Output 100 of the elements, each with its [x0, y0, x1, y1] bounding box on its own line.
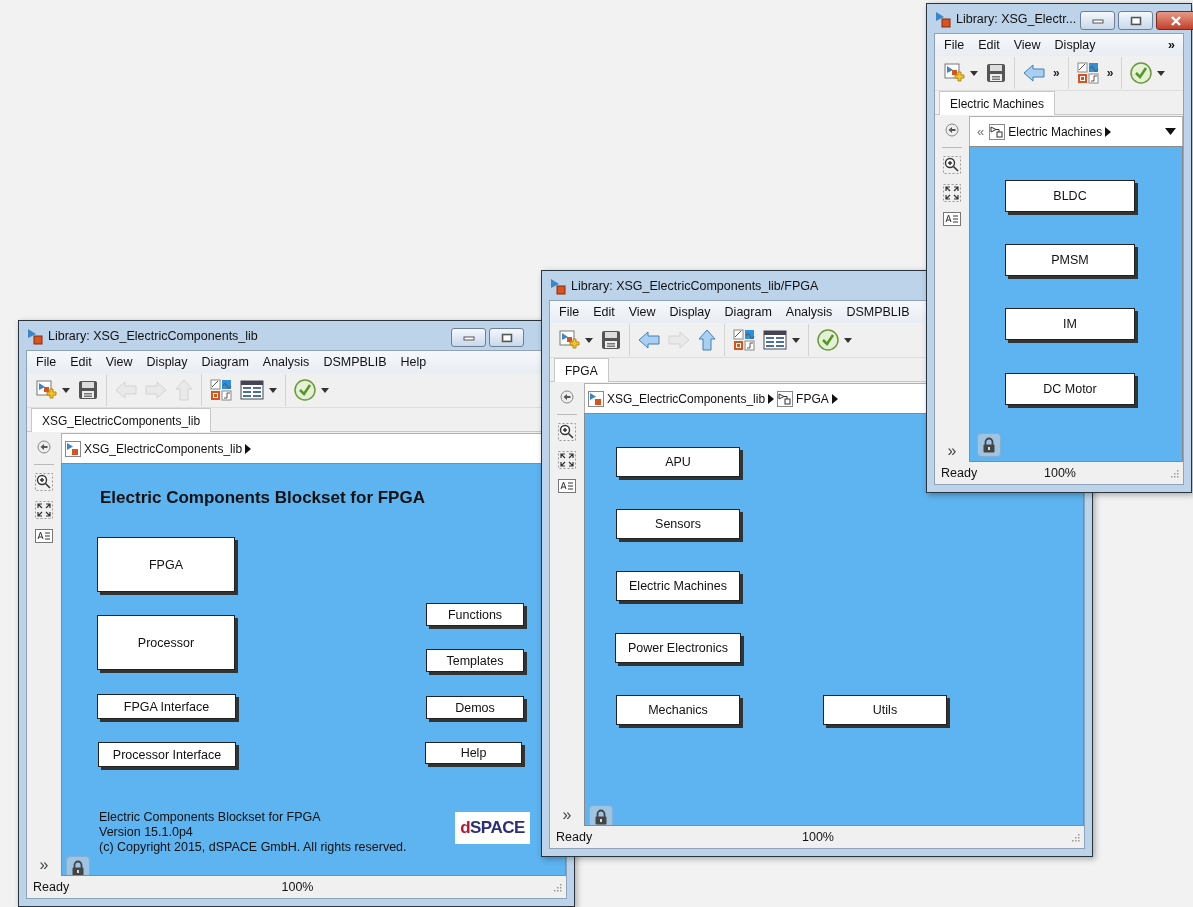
menu-item[interactable]: DSMPBLIB — [317, 355, 393, 369]
status-text: Ready — [33, 880, 71, 894]
library-block[interactable]: Processor — [97, 615, 235, 670]
up-arrow-icon — [175, 379, 193, 401]
menu-item[interactable]: File — [30, 355, 63, 369]
status-text: Ready — [941, 466, 979, 480]
lock-icon — [71, 860, 85, 875]
library-block[interactable]: Utils — [823, 695, 947, 725]
breadcrumb-link[interactable]: Electric Machines — [1008, 124, 1103, 139]
library-block[interactable]: Electric Machines — [616, 571, 740, 601]
list-window-icon — [240, 380, 264, 400]
window-title: Library: XSG_ElectricComponents_lib — [48, 328, 259, 343]
library-block[interactable]: Templates — [426, 649, 524, 672]
minimize-button[interactable] — [1080, 11, 1116, 30]
close-icon — [1170, 15, 1183, 26]
breadcrumb-back-button[interactable]: « — [973, 124, 987, 139]
palette-overflow-button[interactable]: » — [562, 806, 572, 824]
menu-item[interactable]: Display — [1048, 38, 1102, 52]
library-block[interactable]: Help — [425, 742, 522, 764]
overflow-button[interactable]: » — [1102, 64, 1118, 82]
library-block[interactable]: DC Motor — [1005, 373, 1135, 405]
zoom-level: 100% — [281, 880, 314, 894]
menu-item[interactable]: Display — [663, 305, 717, 319]
menu-item[interactable]: Edit — [587, 305, 621, 319]
maximize-icon — [1129, 15, 1142, 26]
back-icon[interactable] — [945, 123, 959, 137]
zoom-level: 100% — [802, 830, 834, 844]
library-block[interactable]: Processor Interface — [98, 742, 236, 767]
menu-overflow-button[interactable]: » — [1162, 38, 1181, 52]
close-button[interactable] — [1156, 11, 1193, 30]
library-block[interactable]: APU — [616, 447, 740, 477]
arrow-icon — [768, 393, 775, 404]
back-icon[interactable] — [37, 440, 51, 454]
checkmark-icon — [294, 379, 316, 401]
fit-view-icon[interactable] — [558, 451, 576, 469]
menu-item[interactable]: Edit — [64, 355, 98, 369]
checkmark-icon — [817, 329, 839, 351]
right-arrow-icon — [668, 331, 690, 349]
text-annotation-icon[interactable] — [35, 529, 53, 543]
library-block[interactable]: BLDC — [1005, 180, 1135, 212]
overflow-button[interactable]: » — [1049, 64, 1064, 82]
resize-grip[interactable] — [553, 882, 562, 892]
library-block[interactable]: IM — [1005, 308, 1135, 340]
minimize-button[interactable] — [451, 328, 486, 347]
logo: dSPACE — [455, 812, 530, 844]
library-block[interactable]: FPGA Interface — [97, 694, 236, 719]
text-annotation-icon[interactable] — [558, 479, 576, 493]
library-block[interactable]: Functions — [426, 603, 524, 626]
menu-item[interactable]: Analysis — [256, 355, 316, 369]
zoom-in-icon[interactable] — [35, 473, 53, 491]
lock-button[interactable] — [589, 805, 613, 825]
dropdown-caret-icon[interactable] — [1165, 128, 1176, 135]
library-icon — [65, 440, 81, 457]
menu-item[interactable]: View — [1007, 38, 1047, 52]
library-block[interactable]: PMSM — [1005, 244, 1135, 276]
menu-item[interactable]: View — [99, 355, 139, 369]
menu-item[interactable]: DSMPBLIB — [840, 305, 916, 319]
breadcrumb-link[interactable]: XSG_ElectricComponents_lib — [607, 391, 766, 406]
zoom-in-icon[interactable] — [943, 156, 961, 174]
tab[interactable]: FPGA — [554, 358, 609, 382]
menu-item[interactable]: Diagram — [195, 355, 255, 369]
zoom-level: 100% — [1044, 466, 1076, 480]
palette-overflow-button[interactable]: » — [947, 442, 957, 460]
menu-item[interactable]: File — [938, 38, 971, 52]
library-icon — [549, 276, 567, 295]
text-annotation-icon[interactable] — [943, 212, 961, 226]
canvas-heading: Electric Components Blockset for FPGA — [100, 488, 425, 508]
note-text: (c) Copyright 2015, dSPACE GmbH. All rights reserved. — [99, 840, 407, 855]
menu-item[interactable]: View — [622, 305, 662, 319]
breadcrumb-link[interactable]: XSG_ElectricComponents_lib — [84, 441, 243, 456]
zoom-in-icon[interactable] — [558, 423, 576, 441]
checkmark-icon — [1130, 62, 1153, 84]
library-block[interactable]: FPGA — [97, 537, 235, 592]
resize-grip[interactable] — [1170, 468, 1179, 478]
palette-overflow-button[interactable]: » — [39, 856, 49, 874]
resize-grip[interactable] — [1071, 832, 1080, 842]
note-text: Version 15.1.0p4 — [99, 825, 194, 840]
menu-item[interactable]: Help — [394, 355, 433, 369]
lock-button[interactable] — [66, 856, 90, 875]
fit-view-icon[interactable] — [35, 501, 53, 519]
library-block[interactable]: Sensors — [616, 509, 740, 539]
library-block[interactable]: Demos — [426, 696, 524, 719]
lock-button[interactable] — [977, 433, 1001, 457]
menu-item[interactable]: File — [553, 305, 586, 319]
tab[interactable]: Electric Machines — [939, 91, 1056, 115]
breadcrumb-link[interactable]: FPGA — [796, 391, 829, 406]
menu-item[interactable]: Display — [140, 355, 194, 369]
menu-item[interactable]: Edit — [972, 38, 1006, 52]
library-block[interactable]: Mechanics — [616, 695, 740, 725]
fit-view-icon[interactable] — [943, 184, 961, 202]
left-arrow-icon — [638, 331, 660, 349]
tab[interactable]: XSG_ElectricComponents_lib — [31, 408, 212, 432]
back-icon[interactable] — [560, 390, 574, 404]
menu-item[interactable]: Diagram — [718, 305, 778, 319]
menu-item[interactable]: Analysis — [779, 305, 839, 319]
library-icon — [588, 390, 604, 407]
library-block[interactable]: Power Electronics — [615, 633, 741, 663]
maximize-button[interactable] — [1118, 11, 1154, 30]
maximize-icon — [500, 332, 513, 343]
maximize-button[interactable] — [489, 328, 524, 347]
